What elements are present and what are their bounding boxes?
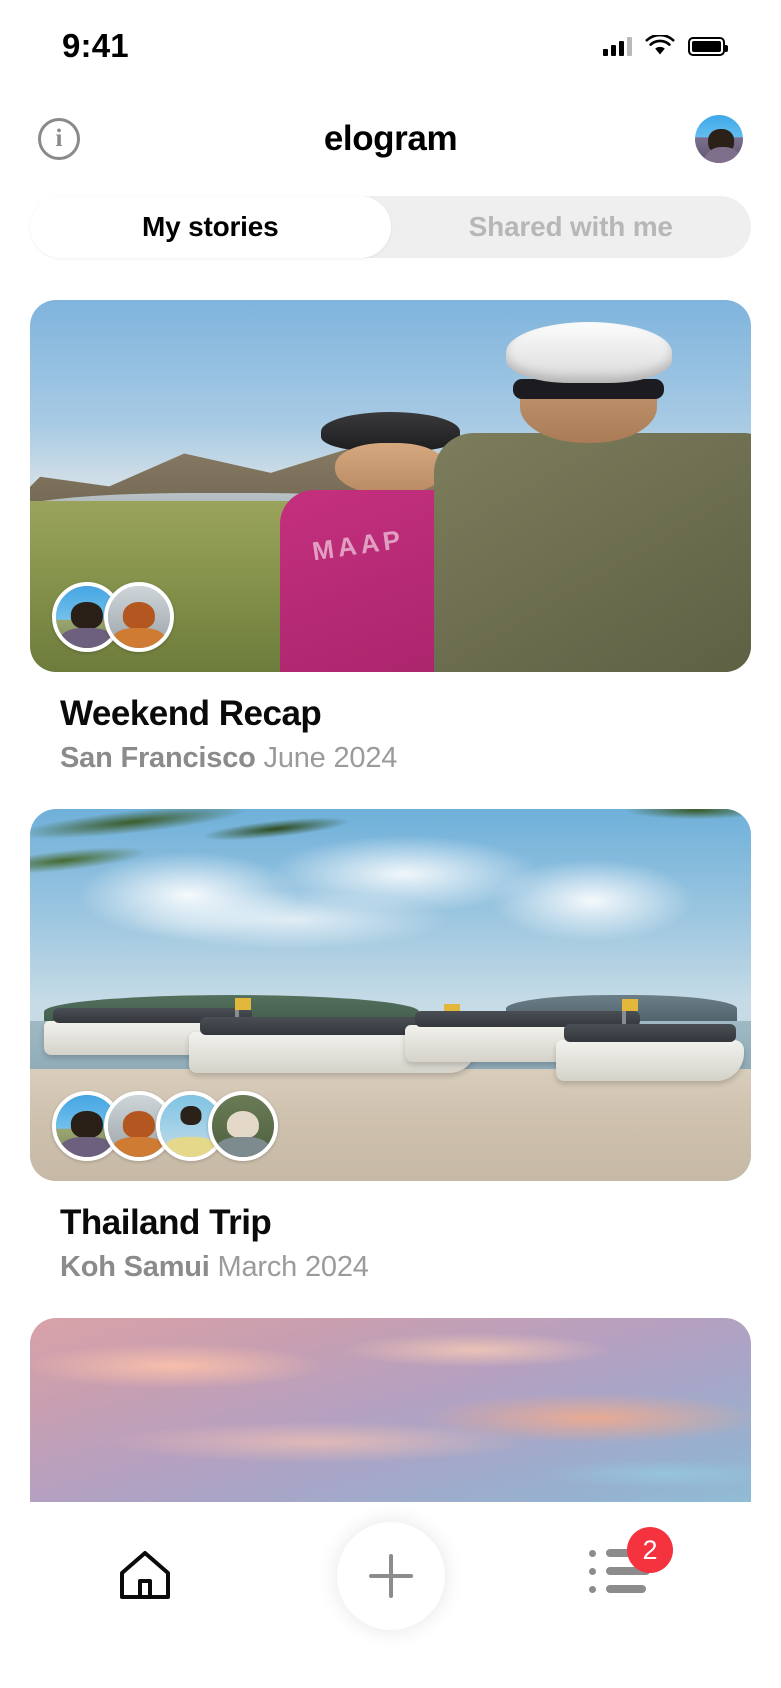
story-title: Thailand Trip bbox=[60, 1203, 272, 1242]
bottom-navigation: 2 bbox=[0, 1502, 781, 1688]
story-card[interactable] bbox=[30, 1318, 751, 1518]
story-title: Weekend Recap bbox=[60, 694, 322, 733]
avatar-body bbox=[703, 147, 743, 163]
status-time: 9:41 bbox=[62, 27, 129, 64]
story-date: June 2024 bbox=[263, 742, 398, 774]
battery-full-icon bbox=[688, 36, 728, 56]
wifi-icon bbox=[645, 35, 675, 55]
status-indicators bbox=[603, 35, 728, 57]
create-story-button[interactable] bbox=[336, 1522, 445, 1630]
app-header: i elogram bbox=[0, 100, 781, 178]
participant-avatar[interactable] bbox=[104, 582, 174, 652]
home-icon[interactable] bbox=[118, 1549, 172, 1601]
participant-avatars[interactable] bbox=[52, 582, 174, 652]
story-cover-photo[interactable] bbox=[30, 809, 751, 1181]
story-place: San Francisco bbox=[60, 742, 256, 774]
cover-scene bbox=[30, 1318, 751, 1518]
participant-avatar[interactable] bbox=[208, 1091, 278, 1161]
story-cover-photo[interactable] bbox=[30, 1318, 751, 1518]
participant-avatars[interactable] bbox=[52, 1091, 278, 1161]
story-card[interactable]: Thailand Trip Koh Samui March 2024 bbox=[30, 809, 751, 1284]
segmented-control: My stories Shared with me bbox=[30, 196, 751, 258]
app-screen: 9:41 i elogram My stories Shared with me bbox=[0, 0, 781, 1688]
story-cover-photo[interactable] bbox=[30, 300, 751, 672]
story-meta: Koh Samui March 2024 bbox=[60, 1251, 751, 1284]
stories-feed[interactable]: Weekend Recap San Francisco June 2024 bbox=[0, 300, 781, 1688]
story-date: March 2024 bbox=[217, 1251, 369, 1283]
profile-avatar[interactable] bbox=[695, 115, 743, 163]
tab-shared-with-me[interactable]: Shared with me bbox=[391, 196, 752, 258]
signal-bars-icon bbox=[603, 36, 632, 56]
info-icon[interactable]: i bbox=[38, 118, 80, 160]
story-place: Koh Samui bbox=[60, 1251, 210, 1283]
plus-icon bbox=[369, 1554, 413, 1598]
story-meta: San Francisco June 2024 bbox=[60, 742, 751, 775]
activity-list-icon[interactable]: 2 bbox=[589, 1527, 673, 1603]
status-bar: 9:41 bbox=[0, 0, 781, 86]
tab-my-stories[interactable]: My stories bbox=[30, 196, 391, 258]
story-card[interactable]: Weekend Recap San Francisco June 2024 bbox=[30, 300, 751, 775]
notification-badge: 2 bbox=[627, 1527, 673, 1573]
page-title: elogram bbox=[323, 119, 458, 158]
